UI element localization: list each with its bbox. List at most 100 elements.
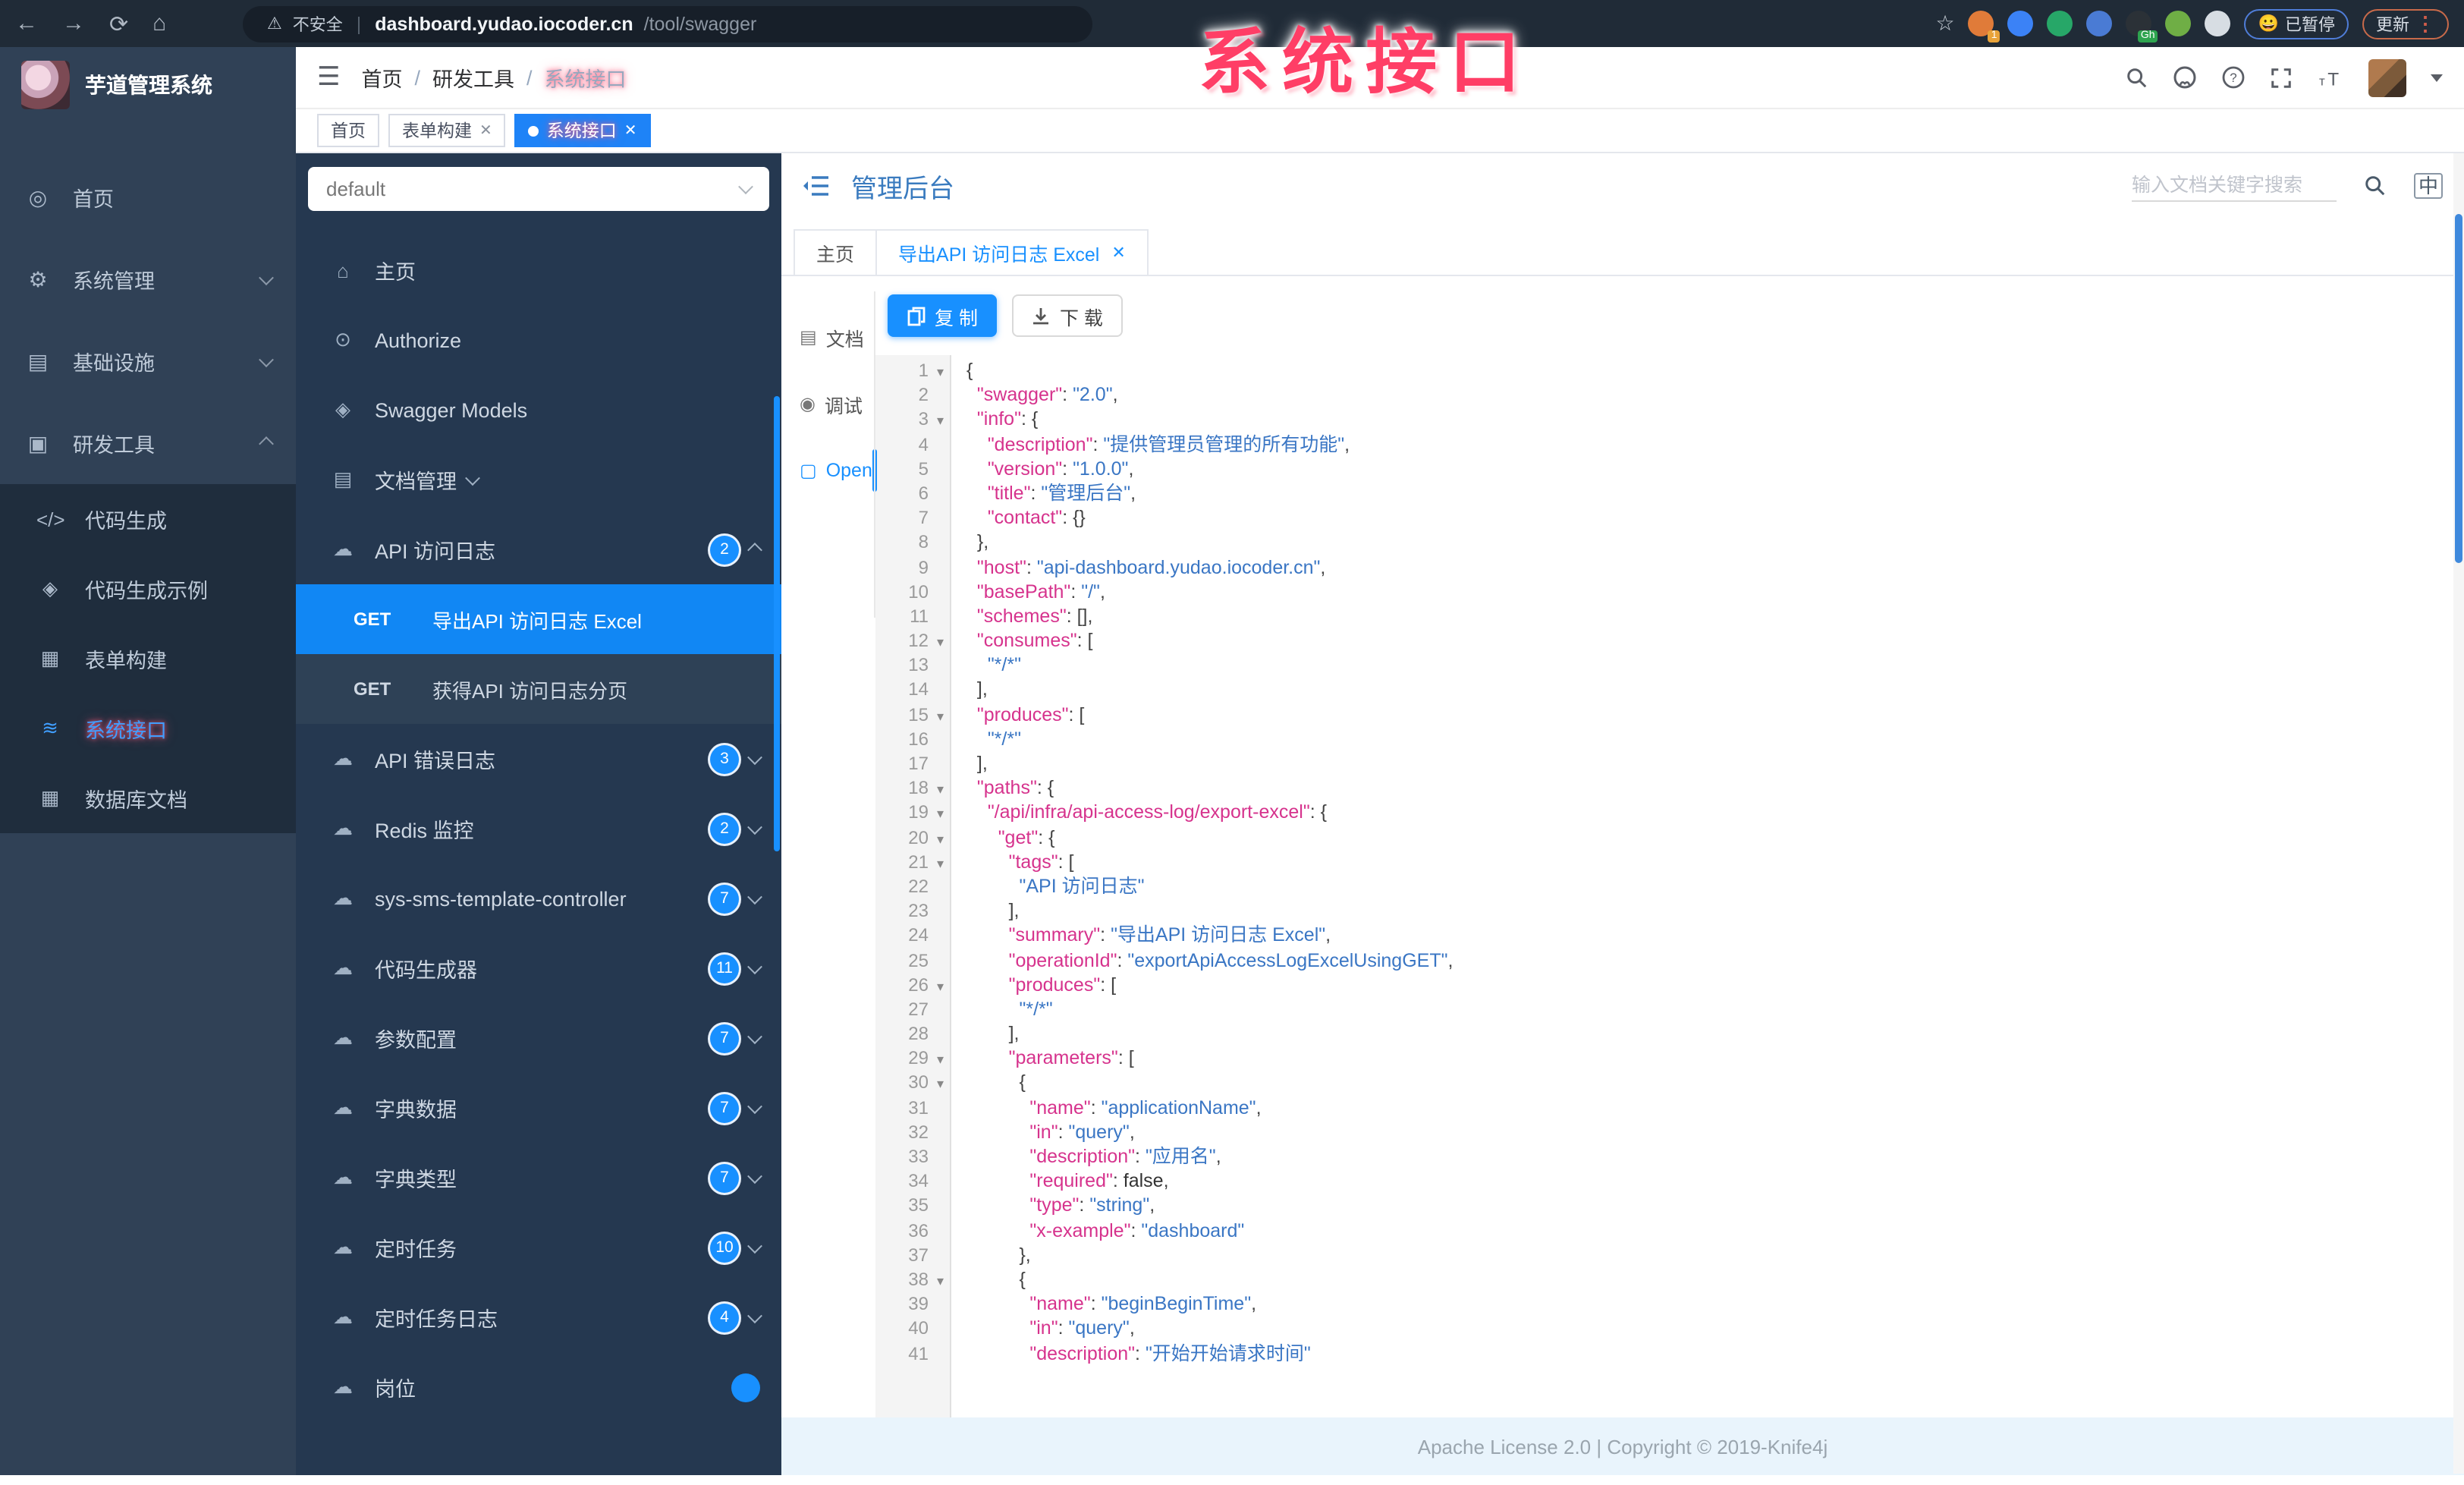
app-logo — [21, 61, 70, 109]
ext-white-paw-icon[interactable] — [2205, 11, 2231, 36]
ext-green-alien-icon[interactable] — [2165, 11, 2192, 36]
swagger-menu-item-1[interactable]: ⊙ Authorize — [296, 305, 781, 375]
fold-caret-icon[interactable]: ▾ — [929, 630, 944, 654]
swagger-menu-item-12[interactable]: ☁ 字典数据 7 — [296, 1073, 781, 1143]
doc-search-input[interactable] — [2131, 169, 2337, 201]
swagger-menu-item-14[interactable]: ☁ 定时任务 10 — [296, 1213, 781, 1282]
swagger-menu-item-16[interactable]: ☁ 岗位 — [296, 1352, 781, 1422]
doc-tab-导出API 访问日志 Excel[interactable]: 导出API 访问日志 Excel ✕ — [875, 229, 1149, 275]
fold-caret-icon[interactable]: ▾ — [929, 974, 944, 998]
fold-caret-icon[interactable]: ▾ — [929, 802, 944, 826]
ext-green-check-icon[interactable] — [2047, 11, 2073, 36]
swagger-menu-item-13[interactable]: ☁ 字典类型 7 — [296, 1143, 781, 1213]
home-icon[interactable]: ⌂ — [152, 11, 166, 36]
api-group-icon: ☁ — [333, 1166, 353, 1188]
sidebar-item-0[interactable]: ◎ 首页 — [0, 156, 296, 238]
swagger-menu-label: 定时任务日志 — [375, 1308, 498, 1331]
user-caret-icon[interactable] — [2431, 74, 2443, 81]
swagger-menu-item-2[interactable]: ◈ Swagger Models — [296, 375, 781, 445]
page-scrollbar-thumb[interactable] — [2455, 214, 2462, 563]
forward-icon[interactable]: → — [62, 11, 85, 36]
doc-search-icon[interactable] — [2364, 174, 2387, 197]
language-toggle[interactable]: 中 — [2413, 172, 2443, 198]
code-line: "API 访问日志" — [1019, 875, 1145, 897]
update-pill[interactable]: 更新 ⋮ — [2362, 8, 2449, 39]
font-size-icon[interactable]: тT — [2317, 66, 2344, 89]
swagger-menu-item-9[interactable]: ☁ sys-sms-template-controller 7 — [296, 864, 781, 933]
paused-pill[interactable]: 😀 已暂停 — [2244, 8, 2349, 39]
fullscreen-icon[interactable] — [2270, 66, 2293, 89]
address-bar[interactable]: ⚠ 不安全 | dashboard.yudao.iocoder.cn/tool/… — [243, 5, 1092, 42]
doc-tab-主页[interactable]: 主页 — [794, 229, 878, 275]
github-icon[interactable] — [2173, 65, 2197, 90]
hamburger-icon[interactable]: ☰ — [317, 62, 341, 93]
close-icon[interactable]: ✕ — [479, 122, 492, 139]
sidebar-item-1[interactable]: ⚙ 系统管理 — [0, 238, 296, 320]
fold-caret-icon[interactable]: ▾ — [929, 360, 944, 384]
tag-系统接口[interactable]: 系统接口 ✕ — [514, 114, 651, 147]
fold-caret-icon[interactable]: ▾ — [929, 777, 944, 801]
sidebar-item-4[interactable]: </> 代码生成 — [0, 484, 296, 554]
close-icon[interactable]: ✕ — [1111, 243, 1125, 263]
fold-caret-icon[interactable]: ▾ — [929, 703, 944, 728]
swagger-menu-label: API 访问日志 — [375, 540, 496, 563]
mini-nav-label: 文档 — [825, 329, 864, 350]
sidebar-item-5[interactable]: ◈ 代码生成示例 — [0, 554, 296, 624]
collapse-menu-icon[interactable] — [803, 174, 830, 197]
swagger-menu-item-7[interactable]: ☁ API 错误日志 3 — [296, 724, 781, 794]
avatar[interactable] — [2368, 58, 2406, 96]
ext-orange-icon[interactable]: 1 — [1968, 11, 2000, 42]
fold-caret-icon[interactable]: ▾ — [929, 1269, 944, 1293]
sidebar-item-3[interactable]: ▣ 研发工具 — [0, 402, 296, 484]
ext-blue-drop-icon[interactable] — [2007, 11, 2034, 36]
sidebar-item-8[interactable]: ▦ 数据库文档 — [0, 763, 296, 833]
swagger-menu-item-11[interactable]: ☁ 参数配置 7 — [296, 1003, 781, 1073]
download-button[interactable]: 下 载 — [1012, 294, 1123, 337]
count-badge: 7 — [710, 1024, 739, 1052]
page-scrollbar[interactable] — [2453, 153, 2464, 1474]
line-number: 32 — [908, 1121, 929, 1143]
browser-menu-icon[interactable]: ⋮ — [2415, 11, 2435, 36]
fold-caret-icon[interactable]: ▾ — [929, 1048, 944, 1072]
swagger-menu-item-10[interactable]: ☁ 代码生成器 11 — [296, 933, 781, 1003]
group-select[interactable]: default — [308, 167, 769, 211]
swagger-menu-item-3[interactable]: ▤ 文档管理 — [296, 445, 781, 514]
fold-caret-icon[interactable]: ▾ — [929, 409, 944, 433]
sidebar-item-2[interactable]: ▤ 基础设施 — [0, 320, 296, 402]
mini-nav-调试[interactable]: ◉ 调试 — [781, 370, 875, 437]
sidebar-item-7[interactable]: ≋ 系统接口 — [0, 694, 296, 763]
tag-表单构建[interactable]: 表单构建 ✕ — [388, 114, 506, 147]
fold-caret-icon[interactable]: ▾ — [929, 851, 944, 876]
close-icon[interactable]: ✕ — [624, 122, 637, 139]
database-icon: ▦ — [40, 786, 60, 809]
line-number: 40 — [908, 1317, 929, 1339]
copy-button[interactable]: 复 制 — [888, 294, 998, 337]
sidebar-scrollbar-thumb[interactable] — [774, 396, 780, 851]
help-icon[interactable]: ? — [2221, 65, 2246, 90]
ext-github-icon[interactable]: Gh — [2126, 11, 2158, 42]
fold-caret-icon[interactable]: ▾ — [929, 1072, 944, 1096]
bookmark-star-icon[interactable]: ☆ — [1935, 11, 1954, 36]
mini-nav-Open[interactable]: ▢ Open — [781, 437, 877, 504]
swagger-menu-item-8[interactable]: ☁ Redis 监控 2 — [296, 794, 781, 864]
breadcrumb-item: 系统接口 — [544, 68, 627, 91]
swagger-menu-item-0[interactable]: ⌂ 主页 — [296, 235, 781, 305]
ext-blue-puzzle-icon[interactable] — [2086, 11, 2113, 36]
api-operation-6[interactable]: GET 获得API 访问日志分页 — [296, 654, 781, 724]
code-editor[interactable]: 1 ▾ 2 3 ▾ 4 5 6 7 8 9 10 11 12 ▾ 13 14 15 ▾ 16 1… — [875, 355, 2464, 1417]
api-operation-5[interactable]: GET 导出API 访问日志 Excel — [296, 584, 781, 654]
sidebar-item-6[interactable]: ▦ 表单构建 — [0, 624, 296, 694]
fold-caret-icon[interactable]: ▾ — [929, 826, 944, 851]
sidebar-item-label: 代码生成示例 — [85, 580, 208, 602]
swagger-menu-item-15[interactable]: ☁ 定时任务日志 4 — [296, 1282, 781, 1352]
tag-首页[interactable]: 首页 — [317, 114, 379, 147]
breadcrumb-item[interactable]: 研发工具 — [432, 62, 514, 93]
swagger-menu-item-4[interactable]: ☁ API 访问日志 2 — [296, 514, 781, 584]
mini-nav-文档[interactable]: ▤ 文档 — [781, 304, 875, 370]
breadcrumb-item[interactable]: 首页 — [362, 62, 403, 93]
code-line: "*/*" — [987, 654, 1021, 676]
code-line: "tags": [ — [1008, 851, 1074, 873]
back-icon[interactable]: ← — [15, 11, 38, 36]
search-icon[interactable] — [2126, 66, 2148, 89]
reload-icon[interactable]: ⟳ — [109, 10, 128, 37]
